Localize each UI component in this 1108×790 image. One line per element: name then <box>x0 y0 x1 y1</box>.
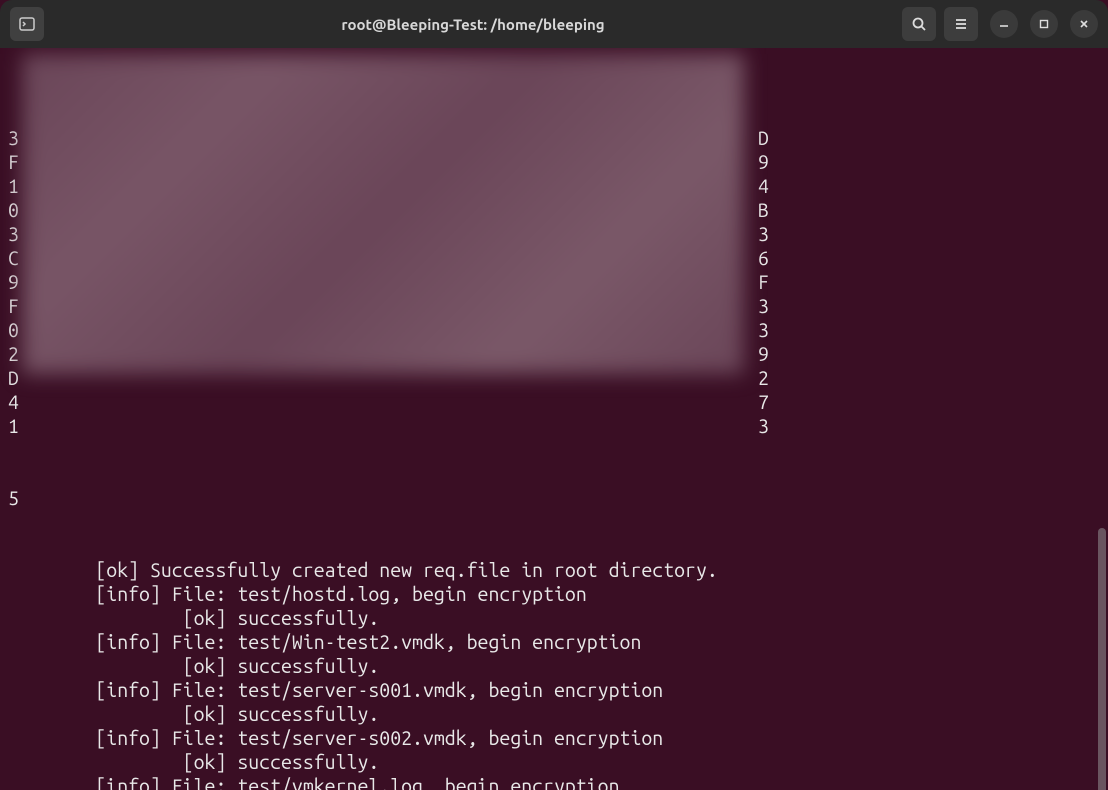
hex-left-char: 1 <box>8 414 18 438</box>
hex-right-char: 2 <box>758 366 769 390</box>
hex-row: 47 <box>8 390 1100 414</box>
hex-right-char: B <box>758 198 769 222</box>
minimize-icon <box>998 18 1010 30</box>
titlebar-left <box>10 7 44 41</box>
menu-button[interactable] <box>944 7 978 41</box>
hex-right-char: 3 <box>758 414 769 438</box>
close-button[interactable] <box>1070 10 1098 38</box>
hamburger-icon <box>953 16 969 32</box>
hex-right-char: 3 <box>758 294 769 318</box>
maximize-button[interactable] <box>1030 10 1058 38</box>
terminal-line: [ok] successfully. <box>8 654 1100 678</box>
titlebar: root@Bleeping-Test: /home/bleeping <box>0 0 1108 48</box>
hex-left-char: F <box>8 150 18 174</box>
minimize-button[interactable] <box>990 10 1018 38</box>
hex-left-char: F <box>8 294 18 318</box>
hex-right-char: 3 <box>758 318 769 342</box>
new-tab-button[interactable] <box>10 7 44 41</box>
terminal-line: [ok] successfully. <box>8 702 1100 726</box>
hex-right-char: 7 <box>758 390 769 414</box>
hex-left-char: 4 <box>8 390 18 414</box>
hex-left-char: 0 <box>8 318 18 342</box>
titlebar-right <box>902 7 1098 41</box>
search-icon <box>911 16 927 32</box>
terminal-tab-icon <box>18 15 36 33</box>
hex-right-char: 9 <box>758 342 769 366</box>
hex-left-char: 0 <box>8 198 18 222</box>
terminal-line: [ok] successfully. <box>8 750 1100 774</box>
terminal-body[interactable]: 3DF9140B33C69FF30329D24713 5 [ok] Succes… <box>0 48 1108 790</box>
terminal-line: [info] File: test/vmkernel.log, begin en… <box>8 774 1100 790</box>
terminal-line: [ok] Successfully created new req.file i… <box>8 558 1100 582</box>
hex-right-char: D <box>758 126 769 150</box>
hex-right-char: F <box>758 270 769 294</box>
hex-row: 13 <box>8 414 1100 438</box>
maximize-icon <box>1038 18 1050 30</box>
hex-left-char: C <box>8 246 18 270</box>
window-title: root@Bleeping-Test: /home/bleeping <box>44 16 902 33</box>
hex-left-char: 1 <box>8 174 18 198</box>
hex-right-char: 6 <box>758 246 769 270</box>
hex-spacer <box>18 414 758 438</box>
hex-right-char: 3 <box>758 222 769 246</box>
redacted-area <box>22 54 744 374</box>
search-button[interactable] <box>902 7 936 41</box>
terminal-line: 5 <box>8 486 1100 510</box>
terminal-line: [info] File: test/Win-test2.vmdk, begin … <box>8 630 1100 654</box>
hex-left-char: 3 <box>8 222 18 246</box>
hex-spacer <box>18 390 758 414</box>
close-icon <box>1078 18 1090 30</box>
terminal-line: [ok] successfully. <box>8 606 1100 630</box>
hex-left-char: 9 <box>8 270 18 294</box>
hex-right-char: 4 <box>758 174 769 198</box>
hex-left-char: 3 <box>8 126 18 150</box>
terminal-line: [info] File: test/server-s001.vmdk, begi… <box>8 678 1100 702</box>
terminal-line: [info] File: test/server-s002.vmdk, begi… <box>8 726 1100 750</box>
hex-right-char: 9 <box>758 150 769 174</box>
hex-left-char: D <box>8 366 18 390</box>
terminal-line: [info] File: test/hostd.log, begin encry… <box>8 582 1100 606</box>
hex-left-char: 2 <box>8 342 18 366</box>
